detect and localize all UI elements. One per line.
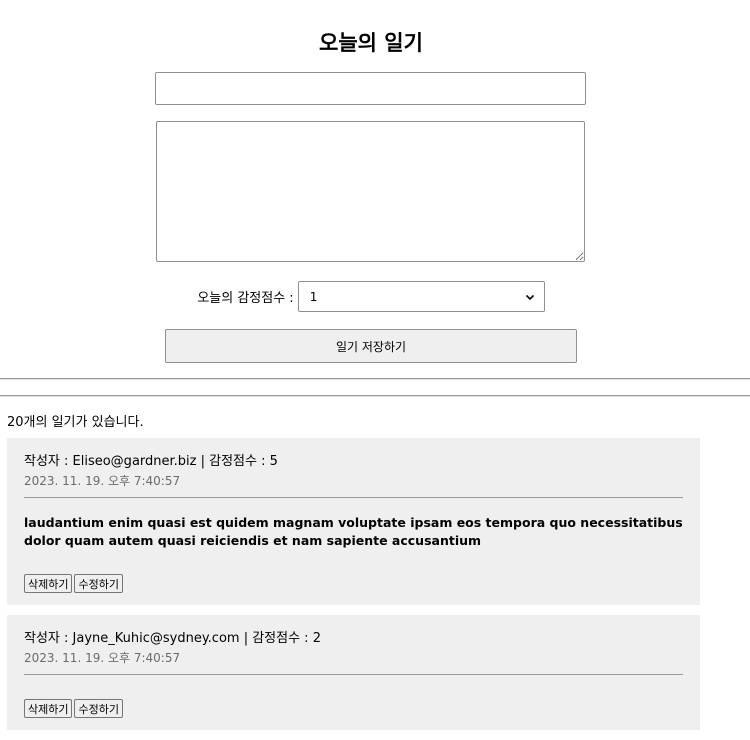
- diary-item: 작성자 : Jayne_Kuhic@sydney.com | 감정점수 : 2 …: [7, 615, 700, 730]
- diary-item: 작성자 : Eliseo@gardner.biz | 감정점수 : 5 2023…: [7, 438, 700, 605]
- delete-button[interactable]: 삭제하기: [24, 699, 73, 718]
- diary-item-divider: [24, 497, 683, 498]
- emotion-row: 오늘의 감정점수 : 1: [0, 281, 742, 312]
- diary-editor: 오늘의 일기 오늘의 감정점수 : 1 일기 저장하기: [0, 0, 750, 378]
- emotion-select[interactable]: 1: [297, 281, 545, 312]
- delete-button[interactable]: 삭제하기: [24, 574, 73, 593]
- save-diary-button[interactable]: 일기 저장하기: [165, 329, 577, 363]
- edit-button[interactable]: 수정하기: [74, 699, 123, 718]
- page-title: 오늘의 일기: [319, 31, 423, 55]
- diary-item-actions: 삭제하기 수정하기: [24, 574, 683, 593]
- divider: [0, 378, 750, 380]
- content-textarea[interactable]: [156, 121, 585, 262]
- emotion-select-value: 1: [309, 289, 318, 304]
- diary-item-actions: 삭제하기 수정하기: [24, 699, 683, 718]
- divider: [0, 395, 750, 397]
- diary-list: 20개의 일기가 있습니다. 작성자 : Eliseo@gardner.biz …: [0, 408, 750, 740]
- diary-item-content: laudantium enim quasi est quidem magnam …: [24, 515, 683, 548]
- diary-item-info: 작성자 : Eliseo@gardner.biz | 감정점수 : 5: [24, 454, 278, 469]
- edit-button[interactable]: 수정하기: [74, 574, 123, 593]
- diary-count: 20개의 일기가 있습니다.: [7, 415, 144, 430]
- diary-item-divider: [24, 674, 683, 675]
- diary-item-date: 2023. 11. 19. 오후 7:40:57: [24, 474, 181, 488]
- emotion-label: 오늘의 감정점수 :: [197, 291, 294, 306]
- diary-item-date: 2023. 11. 19. 오후 7:40:57: [24, 651, 181, 665]
- chevron-down-icon: [524, 291, 536, 303]
- diary-item-info: 작성자 : Jayne_Kuhic@sydney.com | 감정점수 : 2: [24, 631, 321, 646]
- author-input[interactable]: [155, 72, 586, 105]
